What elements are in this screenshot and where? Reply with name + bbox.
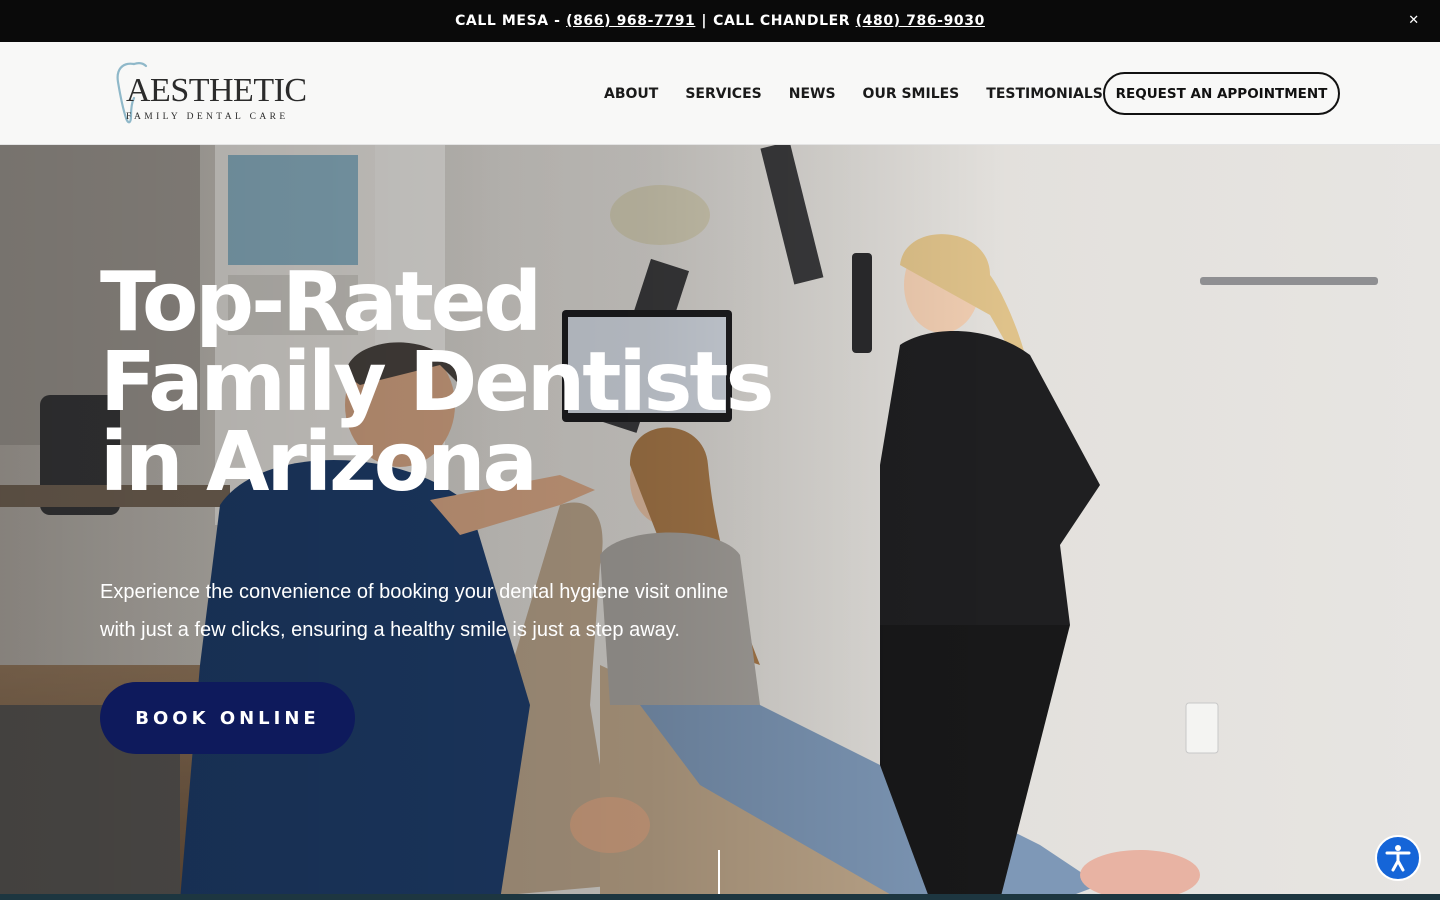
- accessibility-icon: [1385, 845, 1411, 872]
- scroll-indicator: [718, 850, 720, 900]
- nav-item-about[interactable]: ABOUT: [604, 86, 658, 102]
- main-nav: ABOUT SERVICES NEWS OUR SMILES TESTIMONI…: [604, 42, 1103, 145]
- hero-subtitle-line: with just a few clicks, ensuring a healt…: [100, 619, 680, 641]
- logo-tagline: FAMILY DENTAL CARE: [126, 112, 289, 122]
- chandler-phone-link[interactable]: (480) 786-9030: [856, 13, 985, 29]
- hero-title-line: Top-Rated: [100, 255, 542, 350]
- hero-title-line: in Arizona: [100, 415, 538, 510]
- hero-title: Top-Rated Family Dentists in Arizona: [100, 255, 860, 510]
- site-logo[interactable]: AESTHETIC FAMILY DENTAL CARE: [112, 58, 307, 130]
- accessibility-button[interactable]: [1375, 835, 1421, 881]
- hero-section: Top-Rated Family Dentists in Arizona Exp…: [0, 145, 1440, 900]
- request-appointment-button[interactable]: REQUEST AN APPOINTMENT: [1103, 72, 1340, 115]
- hero-title-line: Family Dentists: [100, 335, 774, 430]
- call-mesa-label: CALL MESA -: [455, 13, 561, 29]
- close-announcement-button[interactable]: ✕: [1404, 11, 1424, 31]
- mesa-phone-link[interactable]: (866) 968-7791: [566, 13, 695, 29]
- logo-wordmark: AESTHETIC: [126, 72, 307, 109]
- book-online-button[interactable]: BOOK ONLINE: [100, 682, 355, 754]
- nav-item-services[interactable]: SERVICES: [685, 86, 761, 102]
- hero-subtitle: Experience the convenience of booking yo…: [100, 573, 800, 649]
- site-header: AESTHETIC FAMILY DENTAL CARE ABOUT SERVI…: [0, 42, 1440, 145]
- nav-item-testimonials[interactable]: TESTIMONIALS: [986, 86, 1103, 102]
- phone-separator: |: [701, 13, 708, 29]
- announcement-bar: CALL MESA - (866) 968-7791 | CALL CHANDL…: [0, 0, 1440, 42]
- close-icon: ✕: [1408, 13, 1420, 28]
- section-divider: [0, 894, 1440, 900]
- nav-item-our-smiles[interactable]: OUR SMILES: [863, 86, 960, 102]
- nav-item-news[interactable]: NEWS: [789, 86, 836, 102]
- hero-subtitle-line: Experience the convenience of booking yo…: [100, 581, 729, 603]
- call-chandler-label: CALL CHANDLER: [713, 13, 851, 29]
